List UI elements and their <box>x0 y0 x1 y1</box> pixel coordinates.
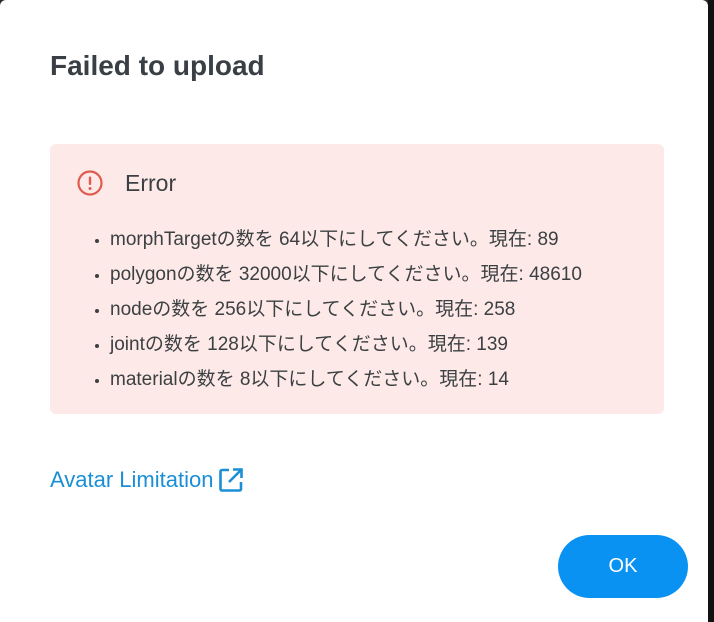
external-link-icon <box>217 466 245 494</box>
background-edge <box>708 0 714 622</box>
error-header: Error <box>76 168 176 198</box>
upload-failed-dialog: Failed to upload Error morphTargetの数を 64… <box>0 0 708 622</box>
error-title: Error <box>125 170 177 196</box>
error-item: materialの数を 8以下にしてください。現在: 14 <box>110 362 582 397</box>
error-item: nodeの数を 256以下にしてください。現在: 258 <box>110 292 582 327</box>
error-item: morphTargetの数を 64以下にしてください。現在: 89 <box>110 222 582 257</box>
error-box: Error morphTargetの数を 64以下にしてください。現在: 89 … <box>50 144 664 414</box>
avatar-limitation-link[interactable]: Avatar Limitation <box>50 466 245 494</box>
error-item: jointの数を 128以下にしてください。現在: 139 <box>110 327 582 362</box>
error-list: morphTargetの数を 64以下にしてください。現在: 89 polygo… <box>90 222 582 397</box>
dialog-title: Failed to upload <box>50 50 265 81</box>
error-item: polygonの数を 32000以下にしてください。現在: 48610 <box>110 257 582 292</box>
avatar-limitation-label: Avatar Limitation <box>50 467 214 492</box>
error-circle-icon <box>76 169 104 197</box>
ok-button[interactable]: OK <box>558 535 688 598</box>
